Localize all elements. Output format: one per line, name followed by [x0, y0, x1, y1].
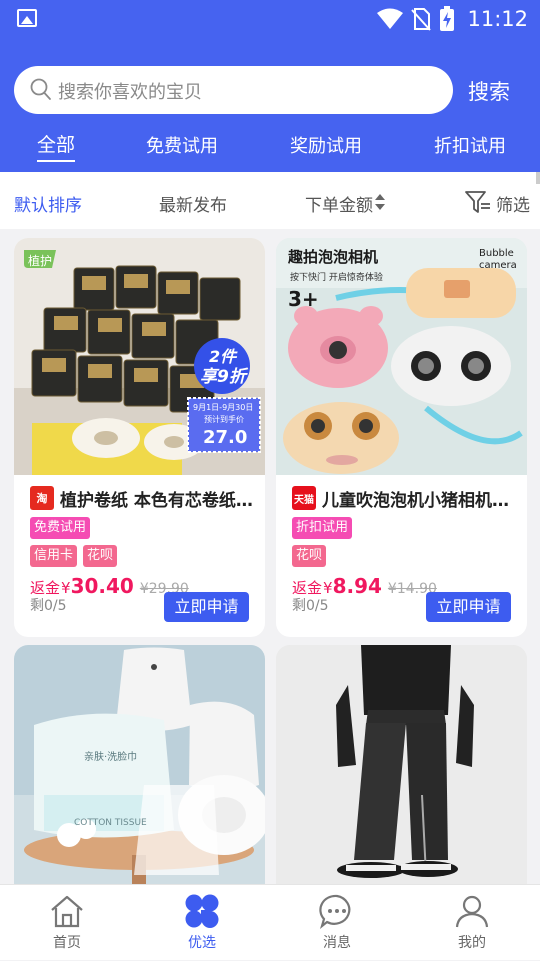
category-tabs: 全部 免费试用 奖励试用 折扣试用 [0, 126, 540, 166]
sort-default[interactable]: 默认排序 [14, 191, 82, 216]
sort-newest[interactable]: 最新发布 [159, 191, 227, 216]
sort-order-amount[interactable]: 下单金额 [305, 191, 373, 216]
filter-funnel-icon[interactable] [465, 190, 491, 214]
product-title: 儿童吹泡泡机小猪相机玩具 [322, 490, 518, 511]
filter-button[interactable]: 筛选 [496, 191, 530, 216]
clover-icon [185, 894, 219, 928]
remaining-count: 剩0/5 [30, 598, 67, 614]
product-image-bubble-camera[interactable]: 趣拍泡泡相机 按下快门 开启惊奇体验 3+ Bubble camera [276, 238, 527, 475]
apply-button[interactable]: 立即申请 [426, 592, 511, 622]
clock: 11:12 [467, 7, 528, 31]
search-button[interactable]: 搜索 [468, 76, 510, 106]
search-placeholder: 搜索你喜欢的宝贝 [58, 82, 202, 103]
promo-date-range: 9月1日-9月30日 [193, 403, 253, 412]
image-subline: 按下快门 开启惊奇体验 [290, 271, 383, 283]
product-image-face-towel[interactable]: 亲肤·洗脸巾 COTTON TISSUE [14, 645, 265, 905]
tmall-logo-icon: 天猫 [292, 486, 316, 510]
filter-bar: 默认排序 最新发布 下单金额 筛选 [0, 172, 540, 229]
promo-line-2: 享9折 [200, 367, 249, 387]
payment-tag: 花呗 [292, 545, 327, 567]
brand-badge: 植护 [28, 253, 52, 268]
nav-messages-label: 消息 [323, 935, 351, 951]
home-icon [51, 895, 83, 928]
image-headline: 趣拍泡泡相机 [287, 248, 378, 266]
rebate-price: 8.94 [332, 574, 382, 598]
user-icon [455, 895, 489, 928]
nav-profile-label: 我的 [458, 935, 486, 951]
product-card[interactable] [276, 645, 527, 905]
bottom-tab-bar: 首页 优选 消息 我的 [0, 884, 540, 960]
scroll-indicator [536, 172, 540, 184]
chat-icon [319, 894, 351, 929]
status-bar: 11:12 [0, 0, 540, 38]
nav-home[interactable]: 首页 [22, 885, 112, 961]
tab-all[interactable]: 全部 [37, 130, 75, 157]
taobao-logo-icon: 淘 [30, 486, 54, 510]
product-card[interactable]: 趣拍泡泡相机 按下快门 开启惊奇体验 3+ Bubble camera 天猫 儿… [276, 238, 527, 637]
nav-home-label: 首页 [53, 935, 81, 951]
search-icon [30, 78, 51, 100]
remaining-count: 剩0/5 [292, 598, 329, 614]
payment-tag: 信用卡 [30, 545, 78, 567]
sort-arrows-icon [375, 194, 385, 210]
expected-price: 27.0 [203, 427, 247, 448]
promo-line-1: 2件 [209, 347, 238, 366]
tab-free-trial[interactable]: 免费试用 [146, 132, 218, 158]
header: 11:12 搜索你喜欢的宝贝 搜索 全部 免费试用 奖励试用 折扣试用 [0, 0, 540, 172]
search-input[interactable]: 搜索你喜欢的宝贝 [14, 66, 453, 114]
roll-text: COTTON TISSUE [74, 818, 147, 828]
tab-discount-trial[interactable]: 折扣试用 [434, 132, 506, 158]
product-image-toilet-paper[interactable]: 植护 2件 享9折 9月1日-9月30日 预计到手价 27.0 [14, 238, 265, 475]
payment-tag: 花呗 [83, 545, 118, 567]
product-card[interactable]: 植护 2件 享9折 9月1日-9月30日 预计到手价 27.0 淘 植护卷纸 本… [14, 238, 265, 637]
apply-button[interactable]: 立即申请 [164, 592, 249, 622]
product-card[interactable]: 亲肤·洗脸巾 COTTON TISSUE [14, 645, 265, 905]
package-text: 亲肤·洗脸巾 [84, 750, 137, 763]
nav-featured[interactable]: 优选 [157, 885, 247, 961]
product-title: 植护卷纸 本色有芯卷纸家用实惠装 [60, 490, 256, 511]
expected-price-label: 预计到手价 [204, 414, 244, 424]
nav-messages[interactable]: 消息 [292, 885, 382, 961]
battery-charging-icon [440, 6, 455, 31]
trial-type-tag: 免费试用 [30, 517, 91, 539]
product-image-wide-pants[interactable] [276, 645, 527, 905]
nav-profile[interactable]: 我的 [427, 885, 517, 961]
gallery-notification-icon [17, 9, 37, 27]
wifi-icon [377, 8, 404, 29]
nav-featured-label: 优选 [188, 935, 216, 951]
rebate-price: 30.40 [70, 574, 134, 598]
tab-active-indicator [37, 160, 75, 162]
no-sim-icon [411, 8, 432, 31]
brand-en-1: Bubble [479, 248, 514, 259]
trial-type-tag: 折扣试用 [292, 517, 353, 539]
tab-reward-trial[interactable]: 奖励试用 [290, 132, 362, 158]
